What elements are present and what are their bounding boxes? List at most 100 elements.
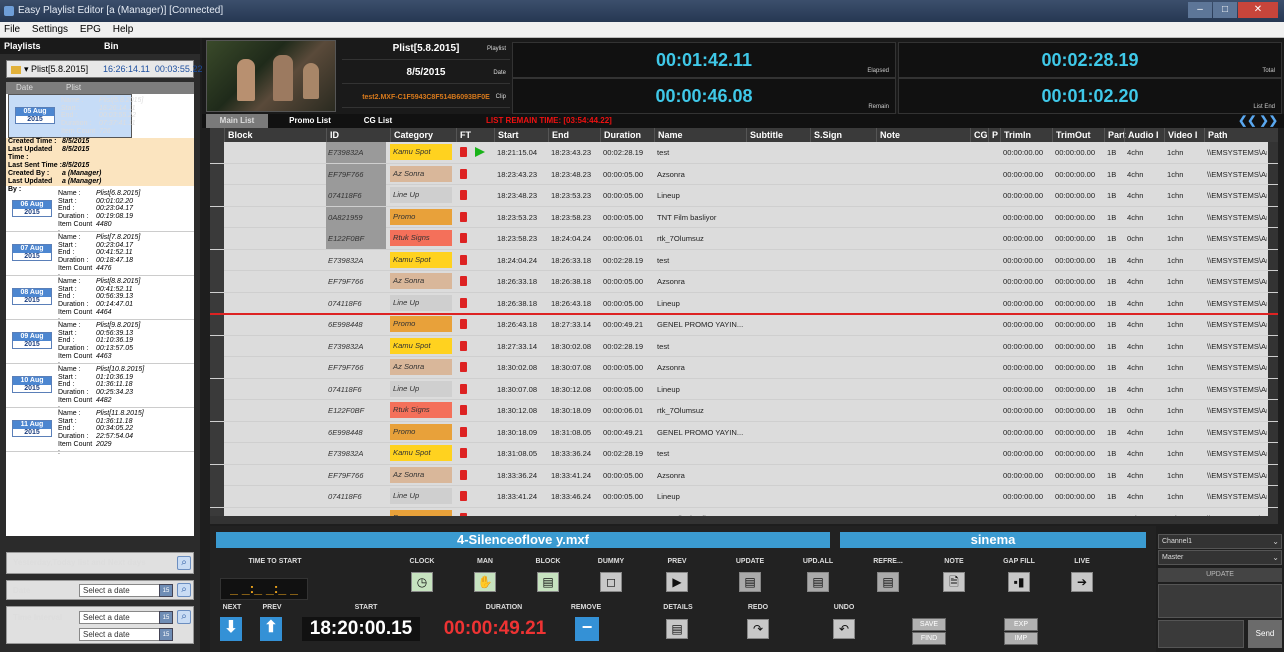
row-header[interactable]: [210, 335, 224, 357]
table-row[interactable]: 6E998448 Promo 18:26:43.18 18:27:33.14 00:00…: [210, 314, 1278, 336]
search-icon[interactable]: ⌕: [177, 583, 191, 597]
col-cg[interactable]: CG: [970, 128, 988, 142]
row-header[interactable]: [210, 271, 224, 292]
date-input[interactable]: Select a date: [79, 584, 165, 597]
playlist-entry[interactable]: 11 Aug 2015 Name : Plist[11.8.2015] Start :0…: [6, 408, 194, 456]
table-row[interactable]: 074118F6 Line Up 18:26:38.18 18:26:43.18 00:…: [210, 292, 1278, 314]
arrow-right-icon[interactable]: ➔: [1071, 572, 1093, 592]
table-row[interactable]: E739832A Kamu Spot 18:21:15.04 18:23:43.23 0…: [210, 142, 1278, 164]
row-header[interactable]: [210, 507, 224, 516]
table-row[interactable]: 074118F6 Line Up 18:23:48.23 18:23:53.23 00:…: [210, 185, 1278, 207]
table-row[interactable]: EF79F766 Az Sonra 18:23:43.23 18:23:48.23 00…: [210, 163, 1278, 185]
col-duration[interactable]: Duration: [600, 128, 654, 142]
col-ft[interactable]: FT: [456, 128, 494, 142]
col-id[interactable]: ID: [326, 128, 390, 142]
table-row[interactable]: E739832A Kamu Spot 18:31:08.05 18:33:36.24 0…: [210, 443, 1278, 465]
col-trimout[interactable]: TrimOut: [1052, 128, 1104, 142]
table-row[interactable]: E739832A Kamu Spot 18:27:33.14 18:30:02.08 0…: [210, 335, 1278, 357]
interval-from-input[interactable]: Select a date: [79, 611, 165, 624]
row-header[interactable]: [210, 357, 224, 378]
interval-to-input[interactable]: Select a date: [79, 628, 165, 641]
row-header[interactable]: [210, 378, 224, 400]
table-row[interactable]: 6E998448 Promo 18:30:18.09 18:31:08.05 00:00…: [210, 421, 1278, 443]
update-button[interactable]: UPDATE: [1158, 568, 1282, 582]
undo-icon[interactable]: ↶: [833, 619, 855, 639]
col-video-i[interactable]: Video I: [1164, 128, 1204, 142]
col-p[interactable]: P: [988, 128, 1000, 142]
menu-epg[interactable]: EPG: [80, 24, 101, 35]
note-icon[interactable]: 🗎: [943, 572, 965, 592]
export-button[interactable]: EXP: [1004, 618, 1038, 631]
table-row[interactable]: E122F0BF Rtuk Signs 18:30:12.08 18:30:18.09…: [210, 400, 1278, 422]
table-row[interactable]: EF79F766 Az Sonra 18:30:02.08 18:30:07.08 00…: [210, 357, 1278, 379]
menu-settings[interactable]: Settings: [32, 24, 68, 35]
calendar-icon[interactable]: 15: [159, 611, 173, 624]
col-trimin[interactable]: TrimIn: [1000, 128, 1052, 142]
col-start[interactable]: Start: [494, 128, 548, 142]
playlist-entry[interactable]: 09 Aug 2015 Name : Plist[9.8.2015] Start :00…: [6, 320, 194, 368]
row-header[interactable]: [210, 292, 224, 314]
arrow-up-icon[interactable]: ⬆: [260, 617, 282, 641]
table-row[interactable]: EF79F766 Az Sonra 18:33:36.24 18:33:41.24 00…: [210, 464, 1278, 486]
start-time[interactable]: 18:20:00.15: [302, 617, 420, 641]
horizontal-scrollbar[interactable]: [210, 516, 1278, 524]
import-button[interactable]: IMP: [1004, 632, 1038, 645]
col-note[interactable]: Note: [876, 128, 970, 142]
table-row[interactable]: E739832A Kamu Spot 18:24:04.24 18:26:33.18 0…: [210, 249, 1278, 271]
row-header[interactable]: [210, 228, 224, 249]
time-to-start-value[interactable]: _ _:_ _:_ _: [220, 578, 308, 600]
calendar-icon[interactable]: 15: [159, 584, 173, 597]
col-category[interactable]: Category: [390, 128, 456, 142]
table-row[interactable]: 074118F6 Line Up 18:33:41.24 18:33:46.24 00:…: [210, 486, 1278, 508]
maximize-button[interactable]: □: [1213, 2, 1237, 18]
search-icon[interactable]: ⌕: [177, 610, 191, 624]
row-header[interactable]: [210, 163, 224, 185]
col-block[interactable]: Block: [224, 128, 326, 142]
row-header[interactable]: [210, 421, 224, 443]
menu-help[interactable]: Help: [113, 24, 134, 35]
row-header[interactable]: [210, 314, 224, 335]
arrow-down-icon[interactable]: ⬇: [220, 617, 242, 641]
row-header[interactable]: [210, 185, 224, 206]
search-icon[interactable]: ⌕: [177, 556, 191, 570]
role-select[interactable]: Master ⌄: [1158, 550, 1282, 565]
playlist-entry[interactable]: 07 Aug 2015 Name : Plist[7.8.2015] Start :00…: [6, 232, 194, 280]
playlist-entry[interactable]: 08 Aug 2015 Name : Plist[8.8.2015] Start :00…: [6, 276, 194, 324]
row-header[interactable]: [210, 142, 224, 163]
tab-main-list[interactable]: Main List: [206, 114, 268, 128]
col-name[interactable]: Name: [654, 128, 746, 142]
col-part[interactable]: Part: [1104, 128, 1126, 142]
clock-icon[interactable]: ◷: [411, 572, 433, 592]
row-header[interactable]: [210, 206, 224, 228]
update-icon[interactable]: ▤: [739, 572, 761, 592]
hand-icon[interactable]: ✋: [474, 572, 496, 592]
menu-file[interactable]: File: [4, 24, 20, 35]
col-end[interactable]: End: [548, 128, 600, 142]
channel-select[interactable]: Channel1 ⌄: [1158, 534, 1282, 549]
tab-playlists[interactable]: Playlists: [0, 38, 100, 54]
play-icon[interactable]: ▶: [666, 572, 688, 592]
row-header[interactable]: [210, 400, 224, 421]
col-path[interactable]: Path: [1204, 128, 1268, 142]
minimize-button[interactable]: –: [1188, 2, 1212, 18]
close-button[interactable]: ✕: [1238, 2, 1278, 18]
table-row[interactable]: EF79F766 Az Sonra 18:26:33.18 18:26:38.18 00…: [210, 271, 1278, 293]
col-subtitle[interactable]: Subtitle: [746, 128, 810, 142]
playlist-selector[interactable]: ▾ Plist[5.8.2015] 16:26:14.11 00:03:55.2…: [6, 60, 202, 78]
nav-arrows-icon[interactable]: ❮❮ ❯❯: [1238, 115, 1278, 127]
row-header[interactable]: [210, 443, 224, 464]
tab-bin[interactable]: Bin: [100, 38, 200, 54]
table-row[interactable]: 074118F6 Line Up 18:30:07.08 18:30:12.08 00:…: [210, 378, 1278, 400]
tab-cg-list[interactable]: CG List: [348, 114, 408, 128]
col-audio-i[interactable]: Audio I: [1124, 128, 1164, 142]
redo-icon[interactable]: ↷: [747, 619, 769, 639]
minus-icon[interactable]: −: [575, 617, 599, 641]
block-icon[interactable]: ▤: [537, 572, 559, 592]
col-s-sign[interactable]: S.Sign: [810, 128, 876, 142]
send-input[interactable]: [1158, 620, 1244, 648]
find-button[interactable]: FIND: [912, 632, 946, 645]
dummy-icon[interactable]: ◻: [600, 572, 622, 592]
duration-time[interactable]: 00:00:49.21: [426, 617, 564, 641]
playlist-entry[interactable]: 05 Aug 2015 Name : Plist[5.8.2015] Start :16…: [8, 94, 143, 143]
playlist-entry[interactable]: 06 Aug 2015 Name : Plist[6.8.2015] Start :00…: [6, 188, 194, 236]
